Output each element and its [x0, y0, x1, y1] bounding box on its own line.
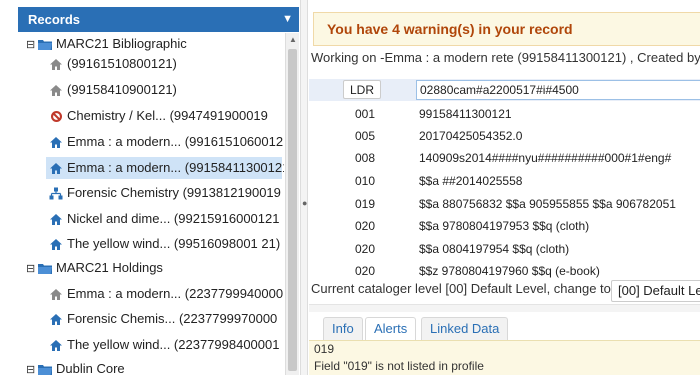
working-on-text: Working on -Emma : a modern rete (991584…: [311, 50, 700, 65]
editor-panel: You have 4 warning(s) in your record Wor…: [309, 0, 700, 375]
field-tag[interactable]: 020: [355, 215, 375, 237]
field-value[interactable]: $$a ##2014025558: [419, 170, 522, 192]
tree-item-label: Forensic Chemis... (2237799970000: [67, 311, 278, 326]
tree-item[interactable]: Forensic Chemis... (2237799970000: [48, 308, 277, 330]
alert-field: 019: [314, 342, 335, 356]
tab-alerts[interactable]: Alerts: [365, 317, 417, 340]
scroll-up-icon[interactable]: ▲: [289, 35, 297, 44]
tree-item[interactable]: Emma : a modern... (22377999400001: [48, 283, 284, 305]
home-icon: [48, 209, 64, 231]
cataloger-level-text: Current cataloger level [00] Default Lev…: [311, 281, 611, 296]
field-tag[interactable]: 001: [355, 103, 375, 125]
field-tag[interactable]: 020: [355, 238, 375, 260]
field-value[interactable]: 99158411300121: [419, 103, 512, 125]
tree-item-label: The yellow wind... (22377998400001: [67, 337, 280, 352]
marc-field-row[interactable]: 010 $$a ##2014025558: [309, 170, 700, 192]
tree-item-label: (99158410900121): [67, 82, 177, 97]
hierarchy-icon: [48, 183, 64, 205]
tree-item[interactable]: The yellow wind... (22377998400001: [48, 334, 279, 356]
tree-item[interactable]: The yellow wind... (99516098001 21): [48, 233, 280, 255]
warning-banner: You have 4 warning(s) in your record: [313, 12, 700, 46]
folder-open-icon: [37, 258, 53, 280]
tree-item[interactable]: Nickel and dime... (99215916000121: [48, 208, 279, 230]
field-value[interactable]: 20170425054352.0: [419, 125, 522, 147]
tree-item[interactable]: Chemistry / Kel... (9947491900019: [48, 105, 268, 127]
tab-linked-data[interactable]: Linked Data: [421, 317, 509, 340]
tree-item-label: The yellow wind... (99516098001 21): [67, 236, 281, 251]
tree-item-label: Forensic Chemistry (9913812190019: [67, 185, 281, 200]
marc-field-row[interactable]: 020 $$a 9780804197953 $$q (cloth): [309, 215, 700, 237]
records-panel: Records ▼ ⊟ MARC21 Bibliographic (99161510…: [0, 0, 300, 375]
tree-item-label: MARC21 Bibliographic: [56, 36, 187, 51]
tree-item[interactable]: Forensic Chemistry (9913812190019: [48, 182, 281, 204]
field-tag[interactable]: 019: [355, 193, 375, 215]
marc-field-row[interactable]: 020 $$z 9780804197960 $$q (e-book): [309, 260, 700, 282]
field-tag[interactable]: LDR: [343, 80, 381, 99]
blocked-icon: [48, 106, 64, 128]
tree-item-label: Chemistry / Kel... (9947491900019: [67, 108, 268, 123]
marc-field-row[interactable]: 008 140909s2014####nyu##########000#1#eng…: [309, 147, 700, 169]
field-value[interactable]: $$z 9780804197960 $$q (e-book): [419, 260, 600, 282]
records-title: Records: [28, 12, 81, 27]
tree-item-label: Emma : a modern... (99161510600121: [67, 134, 284, 149]
records-header[interactable]: Records ▼: [18, 7, 299, 32]
home-icon: [48, 284, 64, 306]
home-icon: [48, 309, 64, 331]
home-icon: [48, 132, 64, 154]
tree-folder[interactable]: ⊟ MARC21 Holdings: [26, 257, 163, 279]
tree-item[interactable]: (99161510800121): [48, 53, 177, 75]
tree-item-label: Dublin Core: [56, 361, 125, 375]
field-value[interactable]: $$a 9780804197953 $$q (cloth): [419, 215, 589, 237]
level-select[interactable]: [00] Default Le: [611, 280, 700, 302]
tree-item[interactable]: Emma : a modern... (99158411300121: [46, 157, 284, 180]
home-icon: [48, 158, 64, 180]
home-icon: [48, 335, 64, 357]
marc-field-row[interactable]: 005 20170425054352.0: [309, 125, 700, 147]
marc-field-row[interactable]: LDR 02880cam#a2200517#i#4500: [309, 79, 700, 101]
field-value[interactable]: $$a 0804197954 $$q (cloth): [419, 238, 569, 260]
tree-item-label: (99161510800121): [67, 56, 177, 71]
field-tag[interactable]: 020: [355, 260, 375, 282]
tree-item-label: MARC21 Holdings: [56, 260, 163, 275]
field-value[interactable]: $$a 880756832 $$a 905955855 $$a 90678205…: [419, 193, 676, 215]
home-icon: [48, 54, 64, 76]
alerts-pane: 019 Field "019" is not listed in profile: [309, 340, 700, 375]
field-tag[interactable]: 005: [355, 125, 375, 147]
field-tag[interactable]: 008: [355, 147, 375, 169]
home-icon: [48, 234, 64, 256]
tree-item-label: Nickel and dime... (99215916000121: [67, 211, 280, 226]
tree-item-label: Emma : a modern... (22377999400001: [67, 286, 284, 301]
collapse-toggle-icon[interactable]: ⊟: [26, 34, 37, 56]
marc-field-row[interactable]: 019 $$a 880756832 $$a 905955855 $$a 90678…: [309, 193, 700, 215]
records-tree: ⊟ MARC21 Bibliographic (99161510800121) (99…: [18, 33, 284, 375]
tree-item[interactable]: Emma : a modern... (99161510600121: [48, 131, 284, 153]
grip-icon[interactable]: ●: [302, 198, 307, 208]
tab-info[interactable]: Info: [323, 317, 363, 340]
marc-field-row[interactable]: 020 $$a 0804197954 $$q (cloth): [309, 238, 700, 260]
collapse-toggle-icon[interactable]: ⊟: [26, 258, 37, 280]
alert-message: Field "019" is not listed in profile: [314, 359, 484, 373]
chevron-down-icon[interactable]: ▼: [282, 7, 293, 32]
field-value-input[interactable]: 02880cam#a2200517#i#4500: [416, 80, 700, 100]
tree-scrollbar[interactable]: ▲: [285, 33, 299, 375]
tree-folder[interactable]: ⊟ Dublin Core: [26, 358, 125, 375]
folder-open-icon: [37, 359, 53, 375]
collapse-toggle-icon[interactable]: ⊟: [26, 359, 37, 375]
field-tag[interactable]: 010: [355, 170, 375, 192]
tree-folder[interactable]: ⊟ MARC21 Bibliographic: [26, 33, 187, 55]
panel-splitter[interactable]: ●: [300, 0, 308, 375]
tree-item[interactable]: (99158410900121): [48, 79, 177, 101]
scrollbar-thumb[interactable]: [288, 49, 297, 371]
tree-item-label: Emma : a modern... (99158411300121: [67, 160, 284, 175]
home-icon: [48, 80, 64, 102]
field-value[interactable]: 140909s2014####nyu##########000#1#eng#: [419, 147, 671, 169]
horizontal-scrollbar[interactable]: [309, 304, 700, 312]
marc-field-row[interactable]: 001 99158411300121: [309, 103, 700, 125]
